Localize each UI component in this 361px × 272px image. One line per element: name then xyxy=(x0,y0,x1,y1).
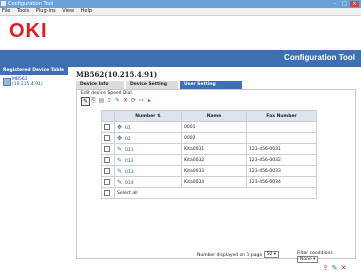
oki-logo: OKI xyxy=(9,20,48,42)
row-fax: 123-456-0031 xyxy=(246,143,317,155)
next-icon[interactable]: ▸ xyxy=(146,97,153,104)
forward-icon[interactable]: ⇨ xyxy=(138,97,145,104)
row-name: 0001 xyxy=(181,121,247,133)
table-row[interactable]: ✎ 013 Kita0033 123-456-0033 xyxy=(101,165,317,177)
app-icon xyxy=(1,1,6,6)
edit-pencil-icon: ✎ xyxy=(117,167,123,175)
tab-device-info[interactable]: Device Info xyxy=(76,81,124,89)
select-column-header xyxy=(101,110,115,122)
tab-device-setting[interactable]: Device Setting xyxy=(126,81,178,89)
row-fax: 123-456-0033 xyxy=(246,165,317,177)
row-name: 0002 xyxy=(181,132,247,144)
row-number[interactable]: 012 xyxy=(125,159,134,164)
import-icon[interactable]: ▤ xyxy=(98,97,105,104)
add-icon[interactable]: ✎ xyxy=(114,97,121,104)
menu-plugins[interactable]: Plug-ins xyxy=(36,8,56,15)
per-page-control: Number displayed on 1 page 50 ▾ xyxy=(197,251,279,258)
sidebar-item-label: MB562 (10.215.4.91) xyxy=(12,77,43,87)
edit-pencil-icon: ✎ xyxy=(117,156,123,164)
menu-file[interactable]: File xyxy=(2,8,10,15)
main-content: MB562(10.215.4.91) Device Info Device Se… xyxy=(68,67,361,272)
table-row[interactable]: ✥ 02 0002 xyxy=(101,132,317,144)
title-bar: Configuration Tool – □ × xyxy=(0,0,361,8)
table-row[interactable]: ✎ 011 Kita0031 123-456-0031 xyxy=(101,143,317,155)
close-button[interactable]: × xyxy=(350,1,359,7)
select-all-checkbox[interactable] xyxy=(104,189,110,196)
row-fax xyxy=(246,132,317,144)
speed-dial-table: Number ⇅ Name Fax Number ✥ 01 0001 ✥ 02 00… xyxy=(101,110,317,199)
device-title: MB562(10.215.4.91) xyxy=(76,70,158,79)
maximize-button[interactable]: □ xyxy=(340,1,349,7)
column-header-number[interactable]: Number ⇅ xyxy=(114,110,182,122)
minimize-button[interactable]: – xyxy=(330,1,339,7)
row-checkbox[interactable] xyxy=(104,167,110,174)
select-all-label: Select all xyxy=(114,187,317,199)
edit-pencil-icon: ✎ xyxy=(117,145,123,153)
row-number[interactable]: 01 xyxy=(125,126,131,131)
row-checkbox[interactable] xyxy=(104,123,110,130)
export-icon[interactable]: ⇪ xyxy=(322,264,329,272)
row-fax xyxy=(246,121,317,133)
row-checkbox[interactable] xyxy=(104,178,110,185)
select-all-row: Select all xyxy=(101,187,317,199)
group-icon: ✥ xyxy=(117,123,123,131)
delete-icon[interactable]: ✕ xyxy=(340,264,347,272)
copy-icon[interactable]: ⎘ xyxy=(90,97,97,104)
row-checkbox[interactable] xyxy=(104,156,110,163)
row-checkbox[interactable] xyxy=(104,145,110,152)
row-fax: 123-456-0034 xyxy=(246,176,317,188)
tab-user-setting[interactable]: User Setting xyxy=(180,81,242,89)
row-name: Kita0034 xyxy=(181,176,247,188)
app-banner: Configuration Tool xyxy=(0,50,361,67)
menu-help[interactable]: Help xyxy=(81,8,92,15)
delete-icon[interactable]: ✕ xyxy=(122,97,129,104)
export-icon[interactable]: ⇪ xyxy=(106,97,113,104)
printer-icon xyxy=(3,78,11,86)
filter-select[interactable]: None ▾ xyxy=(297,256,319,263)
row-number[interactable]: 014 xyxy=(125,181,134,186)
speed-dial-panel: Edit device Speed Dial. ✎ ⎘ ▤ ⇪ ✎ ✕ ⟳ ⇨ … xyxy=(76,89,356,272)
menu-tools[interactable]: Tools xyxy=(17,8,29,15)
refresh-icon[interactable]: ⟳ xyxy=(130,97,137,104)
row-name: Kita0032 xyxy=(181,154,247,166)
per-page-select[interactable]: 50 ▾ xyxy=(263,251,279,258)
sidebar-header: Registered Device Table xyxy=(0,67,68,75)
row-number[interactable]: 02 xyxy=(125,137,131,142)
menu-bar: File Tools Plug-ins View Help xyxy=(0,8,361,16)
row-number[interactable]: 011 xyxy=(125,148,134,153)
row-fax: 123-456-0032 xyxy=(246,154,317,166)
window-title: Configuration Tool xyxy=(8,1,54,7)
column-header-name[interactable]: Name xyxy=(181,110,247,122)
row-checkbox[interactable] xyxy=(104,134,110,141)
group-icon: ✥ xyxy=(117,134,123,142)
table-row[interactable]: ✎ 012 Kita0032 123-456-0032 xyxy=(101,154,317,166)
row-name: Kita0033 xyxy=(181,165,247,177)
menu-view[interactable]: View xyxy=(62,8,74,15)
row-name: Kita0031 xyxy=(181,143,247,155)
column-header-fax[interactable]: Fax Number xyxy=(246,110,317,122)
app-title: Configuration Tool xyxy=(284,53,355,62)
per-page-label: Number displayed on 1 page xyxy=(197,253,263,258)
row-number[interactable]: 013 xyxy=(125,170,134,175)
edit-icon[interactable]: ✎ xyxy=(81,97,90,106)
table-row[interactable]: ✥ 01 0001 xyxy=(101,121,317,133)
sidebar: Registered Device Table MB562 (10.215.4.… xyxy=(0,67,69,265)
filter-control: Filter conditions None ▾ xyxy=(297,251,355,263)
panel-subtitle: Edit device Speed Dial. xyxy=(81,91,134,96)
add-icon[interactable]: ✎ xyxy=(331,264,338,272)
table-row[interactable]: ✎ 014 Kita0034 123-456-0034 xyxy=(101,176,317,188)
edit-pencil-icon: ✎ xyxy=(117,178,123,186)
